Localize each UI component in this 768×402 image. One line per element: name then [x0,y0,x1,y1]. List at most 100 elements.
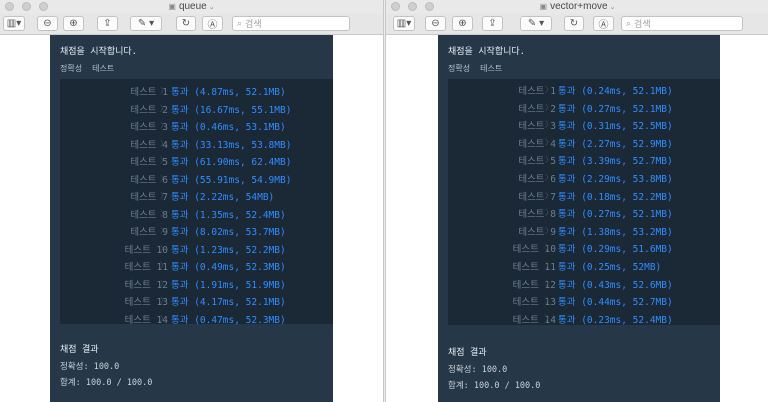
test-label: 테스트 14 [512,314,556,326]
markup-button[interactable]: ✎ ▾ [130,16,162,31]
test-label: 테스트 3 [518,121,556,133]
chevron-right-icon: 〉 [160,191,168,200]
test-result-value: 통과 (2.29ms, 53.8MB) [558,174,673,185]
share-button[interactable]: ⇪ [97,16,118,31]
chevron-right-icon: 〉 [160,296,168,305]
pencil-icon: ✎ ▾ [137,18,155,29]
share-icon: ⇪ [103,18,112,29]
test-result-row: 테스트 10 〉 통과 (1.23ms, 52.2MB) [60,242,333,260]
test-result-value: 통과 (1.35ms, 52.4MB) [171,209,286,221]
chevron-right-icon: 〉 [160,278,168,288]
test-label: 테스트 6 [130,174,168,186]
test-label: 테스트 14 [124,314,168,326]
test-result-value: 통과 (2.27ms, 52.9MB) [558,138,673,150]
zoom-in-button[interactable]: ⊕ [63,16,84,31]
accuracy-score: 정확성: 100.0 [60,362,120,372]
chevron-right-icon: 〉 [545,155,553,165]
test-label: 테스트 4 [518,138,556,150]
rotate-button[interactable]: ↻ [176,16,196,31]
search-field[interactable]: ⌕ 검색 [232,16,350,31]
markup-toolbar-button[interactable]: Ⓐ [593,16,614,31]
chevron-right-icon: 〉 [545,225,553,235]
chevron-right-icon: 〉 [545,243,553,253]
sidebar-toggle-icon: ▥▾ [396,18,412,29]
chevron-right-icon: 〉 [160,138,168,148]
test-result-value: 통과 (0.24ms, 52.1MB) [558,86,673,97]
window-title[interactable]: ▣ vector+move ⌄ [386,0,768,15]
chevron-right-icon: 〉 [160,121,168,130]
test-result-value: 통과 (0.43ms, 52.6MB) [558,279,673,291]
test-label: 테스트 12 [124,279,168,291]
test-label: 테스트 9 [518,226,556,238]
test-result-row: 테스트 3 〉 통과 (0.46ms, 53.1MB) [60,119,333,137]
chevron-right-icon: 〉 [160,208,168,218]
title-bar[interactable]: ▣ queue ⌄ [0,0,383,14]
chevron-right-icon: 〉 [160,103,168,113]
test-result-row: 테스트 2 〉 통과 (16.67ms, 55.1MB) [60,102,333,120]
chevron-right-icon: 〉 [545,313,553,323]
toolbar: ▥▾ ⊖ ⊕ ⇪ ✎ ▾ ↻ Ⓐ ⌕ 검색 [0,14,383,35]
markup-circle-icon: Ⓐ [207,20,218,31]
window-title-text: vector+move [550,1,608,12]
test-result-value: 통과 (0.25ms, 52MB) [558,262,662,273]
test-result-value: 통과 (1.23ms, 52.2MB) [171,244,286,256]
test-label: 테스트 11 [512,262,556,273]
title-bar[interactable]: ▣ vector+move ⌄ [386,0,768,14]
result-tabs: 정확성 테스트 [60,63,114,74]
search-field[interactable]: ⌕ 검색 [621,16,743,31]
test-result-row: 테스트 5 〉 통과 (61.90ms, 62.4MB) [60,154,333,172]
chevron-right-icon: 〉 [545,85,553,94]
chevron-right-icon: 〉 [160,243,168,253]
test-label: 테스트 8 [518,209,556,221]
test-result-value: 통과 (0.27ms, 52.1MB) [558,209,673,221]
chevron-right-icon: 〉 [545,208,553,218]
chevron-right-icon: 〉 [545,296,553,306]
zoom-out-button[interactable]: ⊖ [37,16,58,31]
markup-button[interactable]: ✎ ▾ [520,16,552,31]
test-label: 테스트 10 [124,244,168,256]
chevron-right-icon: 〉 [160,313,168,323]
search-placeholder: 검색 [245,19,262,29]
sidebar-toggle-button[interactable]: ▥▾ [3,16,25,31]
zoom-out-button[interactable]: ⊖ [425,16,446,31]
total-score: 합계: 100.0 / 100.0 [60,378,153,388]
test-result-value: 통과 (0.46ms, 53.1MB) [171,122,286,133]
search-placeholder: 검색 [634,19,651,29]
test-label: 테스트 2 [518,103,556,115]
result-tabs: 정확성 테스트 [448,63,502,74]
document-icon: ▣ [539,2,548,11]
share-button[interactable]: ⇪ [482,16,503,31]
test-result-value: 통과 (0.44ms, 52.7MB) [558,297,673,309]
window-title[interactable]: ▣ queue ⌄ [0,0,383,15]
chevron-right-icon: 〉 [545,102,553,112]
test-result-value: 통과 (0.49ms, 52.3MB) [171,262,286,273]
grading-start-message: 채점을 시작합니다. [448,47,526,57]
test-label: 테스트 10 [512,244,556,256]
toolbar: ▥▾ ⊖ ⊕ ⇪ ✎ ▾ ↻ Ⓐ ⌕ 검색 [386,14,768,35]
accuracy-score: 정확성: 100.0 [448,365,508,375]
search-icon: ⌕ [626,18,632,28]
test-result-row: 테스트 13 〉 통과 (0.44ms, 52.7MB) [448,294,720,312]
test-result-value: 통과 (0.29ms, 51.6MB) [558,244,673,256]
test-label: 테스트 13 [512,297,556,309]
tab-test: 테스트 [480,64,503,73]
preview-window-vector-move: ▣ vector+move ⌄ ▥▾ ⊖ ⊕ ⇪ ✎ ▾ ↻ Ⓐ ⌕ 검색 채점을 시… [385,0,768,402]
sidebar-toggle-button[interactable]: ▥▾ [393,16,415,31]
markup-toolbar-button[interactable]: Ⓐ [202,16,223,31]
test-result-value: 통과 (61.90ms, 62.4MB) [171,157,292,168]
test-result-value: 통과 (55.91ms, 54.9MB) [171,174,292,186]
rotate-button[interactable]: ↻ [564,16,584,31]
chevron-right-icon: 〉 [545,261,553,270]
markup-circle-icon: Ⓐ [598,20,609,31]
zoom-in-button[interactable]: ⊕ [452,16,473,31]
zoom-out-icon: ⊖ [43,18,52,29]
test-label: 테스트 3 [130,122,168,133]
test-result-row: 테스트 4 〉 통과 (33.13ms, 53.8MB) [60,137,333,155]
test-result-row: 테스트 1 〉 통과 (0.24ms, 52.1MB) [448,83,720,101]
chevron-right-icon: 〉 [160,226,168,235]
test-result-row: 테스트 7 〉 통과 (0.18ms, 52.2MB) [448,189,720,207]
test-label: 테스트 7 [518,191,556,203]
tab-accuracy: 정확성 [448,64,471,73]
test-result-value: 통과 (0.23ms, 52.4MB) [558,314,673,326]
test-result-row: 테스트 14 〉 통과 (0.23ms, 52.4MB) [448,312,720,330]
